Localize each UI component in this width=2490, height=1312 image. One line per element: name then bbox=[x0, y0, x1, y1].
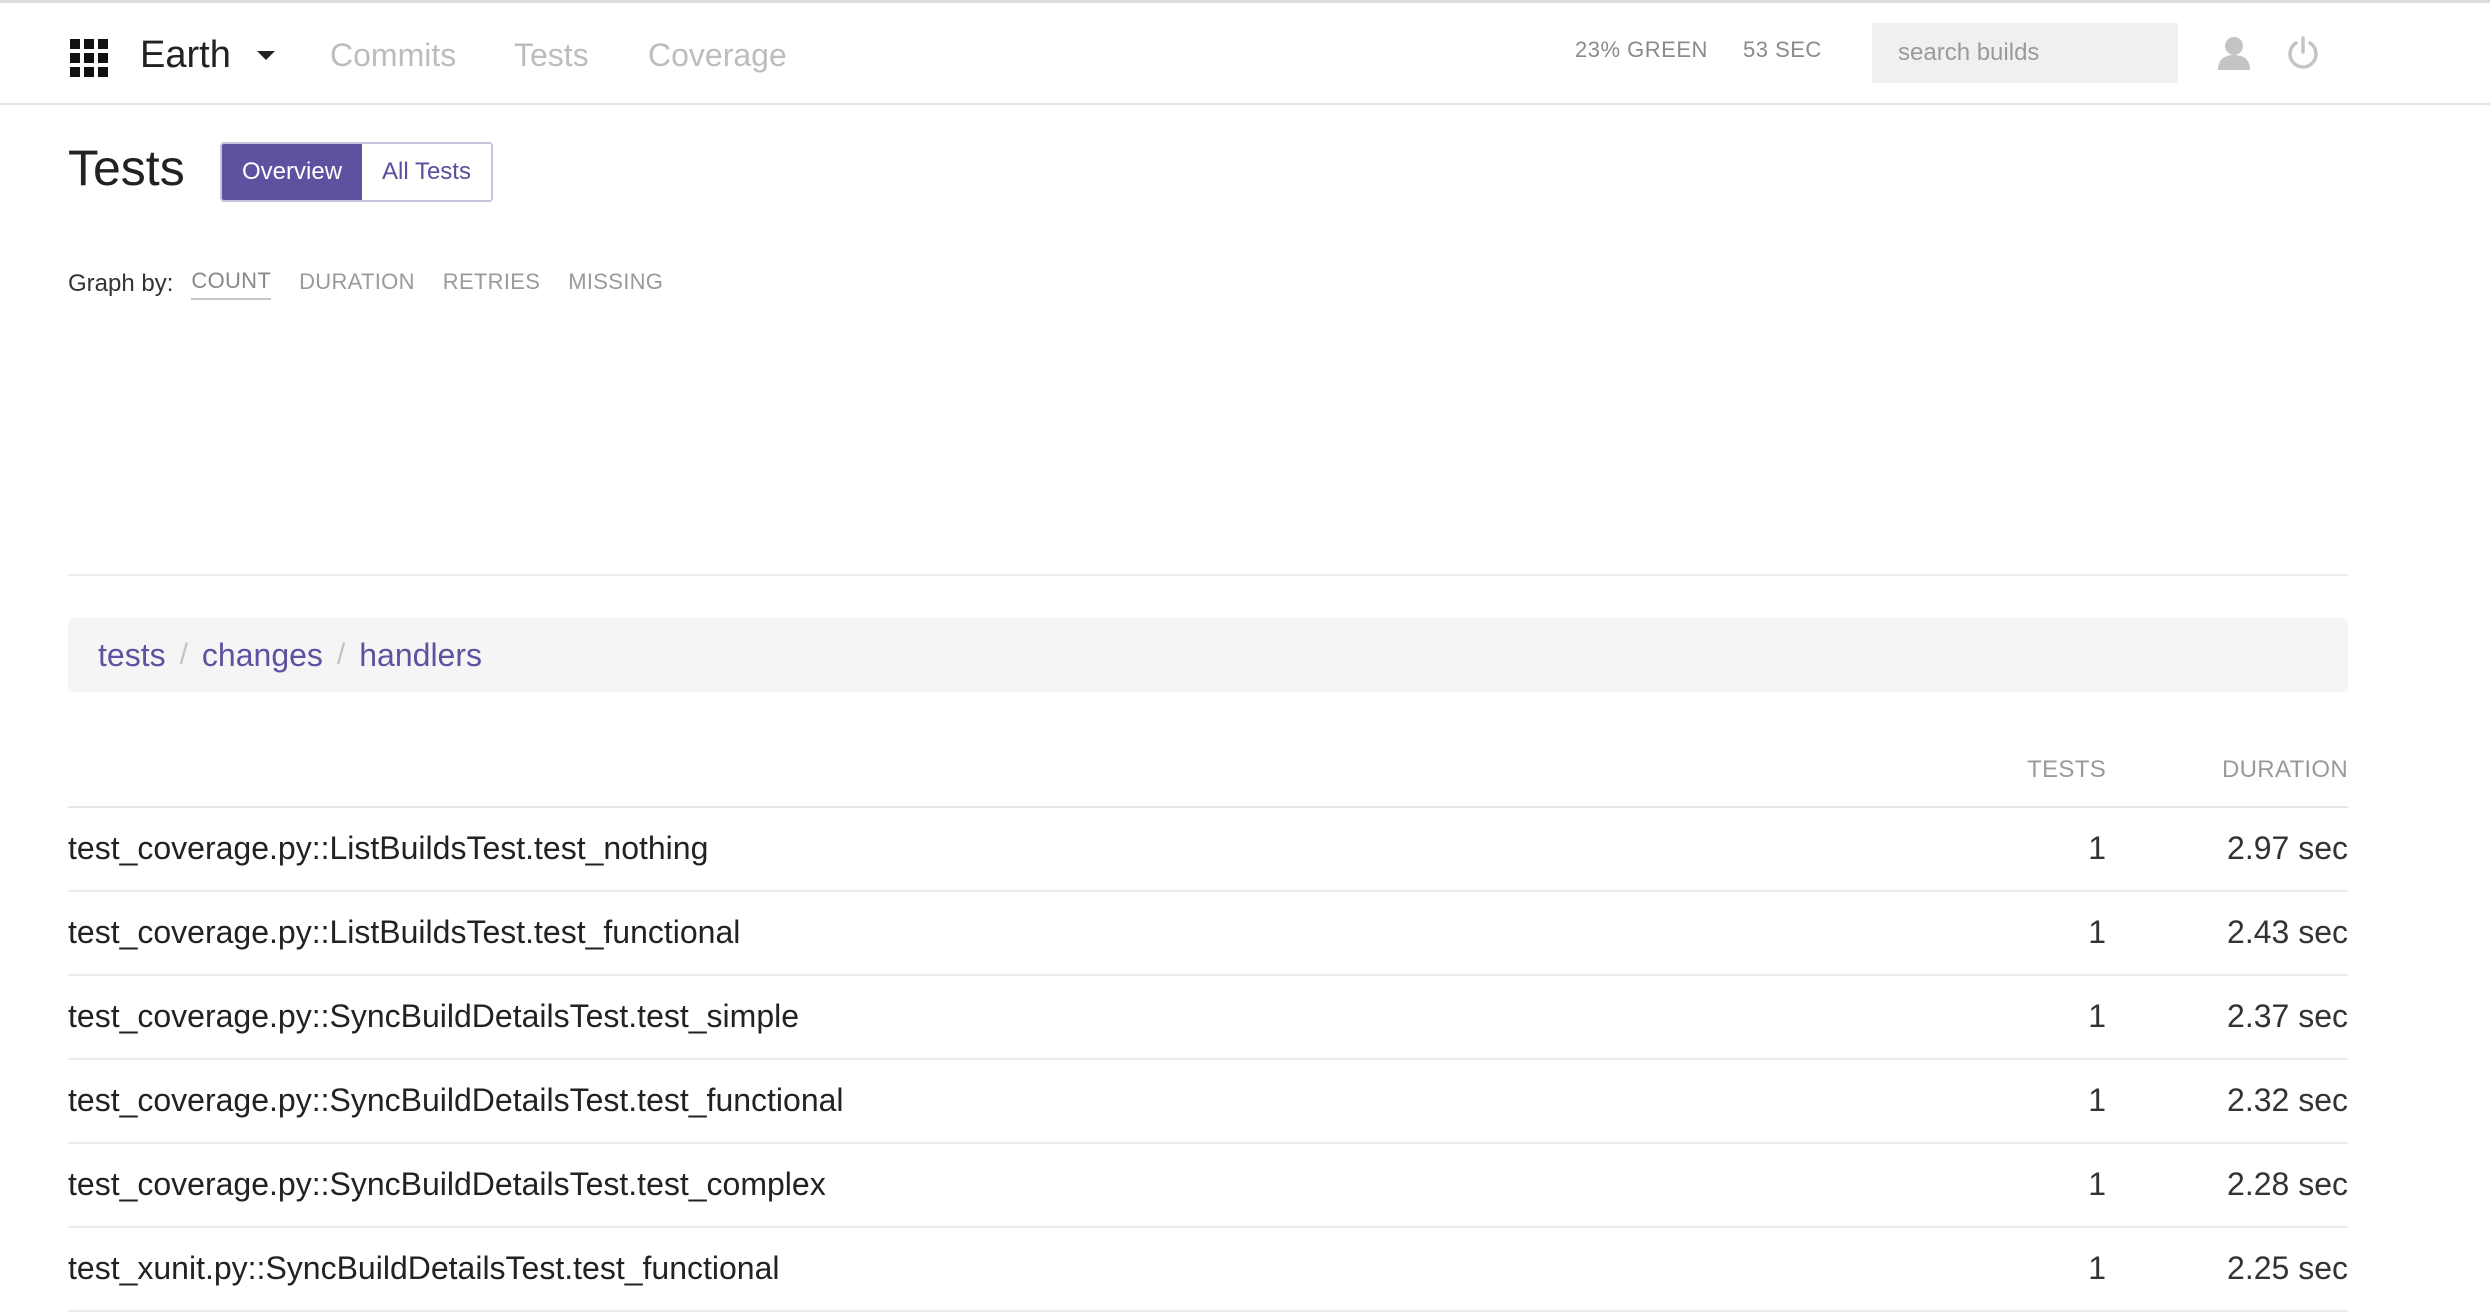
view-toggle: Overview All Tests bbox=[220, 142, 493, 202]
graph-by-missing[interactable]: MISSING bbox=[568, 269, 663, 299]
caret-down-icon bbox=[256, 50, 275, 60]
breadcrumb-separator: / bbox=[179, 638, 188, 671]
test-count: 1 bbox=[2088, 1082, 2106, 1118]
test-duration: 2.25 sec bbox=[2227, 1250, 2348, 1286]
breadcrumb-tests[interactable]: tests bbox=[98, 637, 166, 674]
test-count: 1 bbox=[2088, 1250, 2106, 1286]
test-duration: 2.43 sec bbox=[2227, 914, 2348, 950]
user-icon[interactable] bbox=[2217, 35, 2251, 71]
search-builds-input[interactable] bbox=[1872, 23, 2178, 83]
column-header-duration[interactable]: DURATION bbox=[2222, 756, 2348, 784]
top-navbar: Earth Commits Tests Coverage 23% GREEN 5… bbox=[0, 3, 2490, 105]
test-name: test_coverage.py::ListBuildsTest.test_fu… bbox=[68, 914, 741, 950]
table-row[interactable]: test_coverage.py::ListBuildsTest.test_no… bbox=[68, 808, 2348, 892]
table-row[interactable]: test_coverage.py::SyncBuildDetailsTest.t… bbox=[68, 1060, 2348, 1144]
breadcrumb-changes[interactable]: changes bbox=[202, 637, 323, 674]
tab-all-tests[interactable]: All Tests bbox=[362, 144, 491, 200]
test-duration: 2.97 sec bbox=[2227, 830, 2348, 866]
test-name: test_coverage.py::SyncBuildDetailsTest.t… bbox=[68, 998, 800, 1034]
graph-by-retries[interactable]: RETRIES bbox=[443, 269, 540, 299]
graph-by-count[interactable]: COUNT bbox=[191, 268, 272, 300]
graph-area bbox=[68, 318, 2348, 576]
column-header-tests[interactable]: TESTS bbox=[2027, 756, 2106, 784]
test-count: 1 bbox=[2088, 998, 2106, 1034]
nav-coverage[interactable]: Coverage bbox=[648, 33, 787, 77]
test-duration: 2.32 sec bbox=[2227, 1082, 2348, 1118]
project-selector[interactable]: Earth bbox=[140, 27, 275, 83]
table-row[interactable]: test_coverage.py::SyncBuildDetailsTest.t… bbox=[68, 976, 2348, 1060]
test-count: 1 bbox=[2088, 914, 2106, 950]
apps-grid-icon[interactable] bbox=[70, 39, 108, 77]
table-row[interactable]: test_xunit.py::SyncBuildDetailsTest.test… bbox=[68, 1228, 2348, 1312]
table-header: TESTS DURATION bbox=[68, 750, 2348, 808]
breadcrumb-separator: / bbox=[336, 638, 346, 671]
tab-overview[interactable]: Overview bbox=[222, 144, 363, 200]
test-name: test_coverage.py::SyncBuildDetailsTest.t… bbox=[68, 1166, 826, 1202]
test-duration: 2.28 sec bbox=[2227, 1166, 2348, 1202]
duration-stat: 53 SEC bbox=[1743, 37, 1822, 62]
page-title: Tests bbox=[68, 140, 185, 196]
graph-by-selector: Graph by: COUNT DURATION RETRIES MISSING bbox=[68, 268, 691, 300]
project-name: Earth bbox=[140, 33, 231, 76]
power-icon[interactable] bbox=[2286, 35, 2320, 71]
graph-by-label: Graph by: bbox=[68, 270, 174, 297]
nav-commits[interactable]: Commits bbox=[330, 33, 456, 77]
green-percentage-stat: 23% GREEN bbox=[1575, 37, 1708, 62]
test-results-table: test_coverage.py::ListBuildsTest.test_no… bbox=[68, 808, 2348, 1312]
breadcrumb: tests / changes / handlers bbox=[68, 618, 2348, 692]
test-name: test_coverage.py::SyncBuildDetailsTest.t… bbox=[68, 1082, 844, 1118]
breadcrumb-handlers[interactable]: handlers bbox=[359, 637, 482, 674]
test-duration: 2.37 sec bbox=[2227, 998, 2348, 1034]
test-name: test_xunit.py::SyncBuildDetailsTest.test… bbox=[68, 1250, 780, 1286]
table-row[interactable]: test_coverage.py::SyncBuildDetailsTest.t… bbox=[68, 1144, 2348, 1228]
nav-tests[interactable]: Tests bbox=[514, 33, 589, 77]
test-name: test_coverage.py::ListBuildsTest.test_no… bbox=[68, 830, 709, 866]
test-count: 1 bbox=[2088, 1166, 2106, 1202]
test-count: 1 bbox=[2088, 830, 2106, 866]
graph-by-duration[interactable]: DURATION bbox=[299, 269, 415, 299]
table-row[interactable]: test_coverage.py::ListBuildsTest.test_fu… bbox=[68, 892, 2348, 976]
